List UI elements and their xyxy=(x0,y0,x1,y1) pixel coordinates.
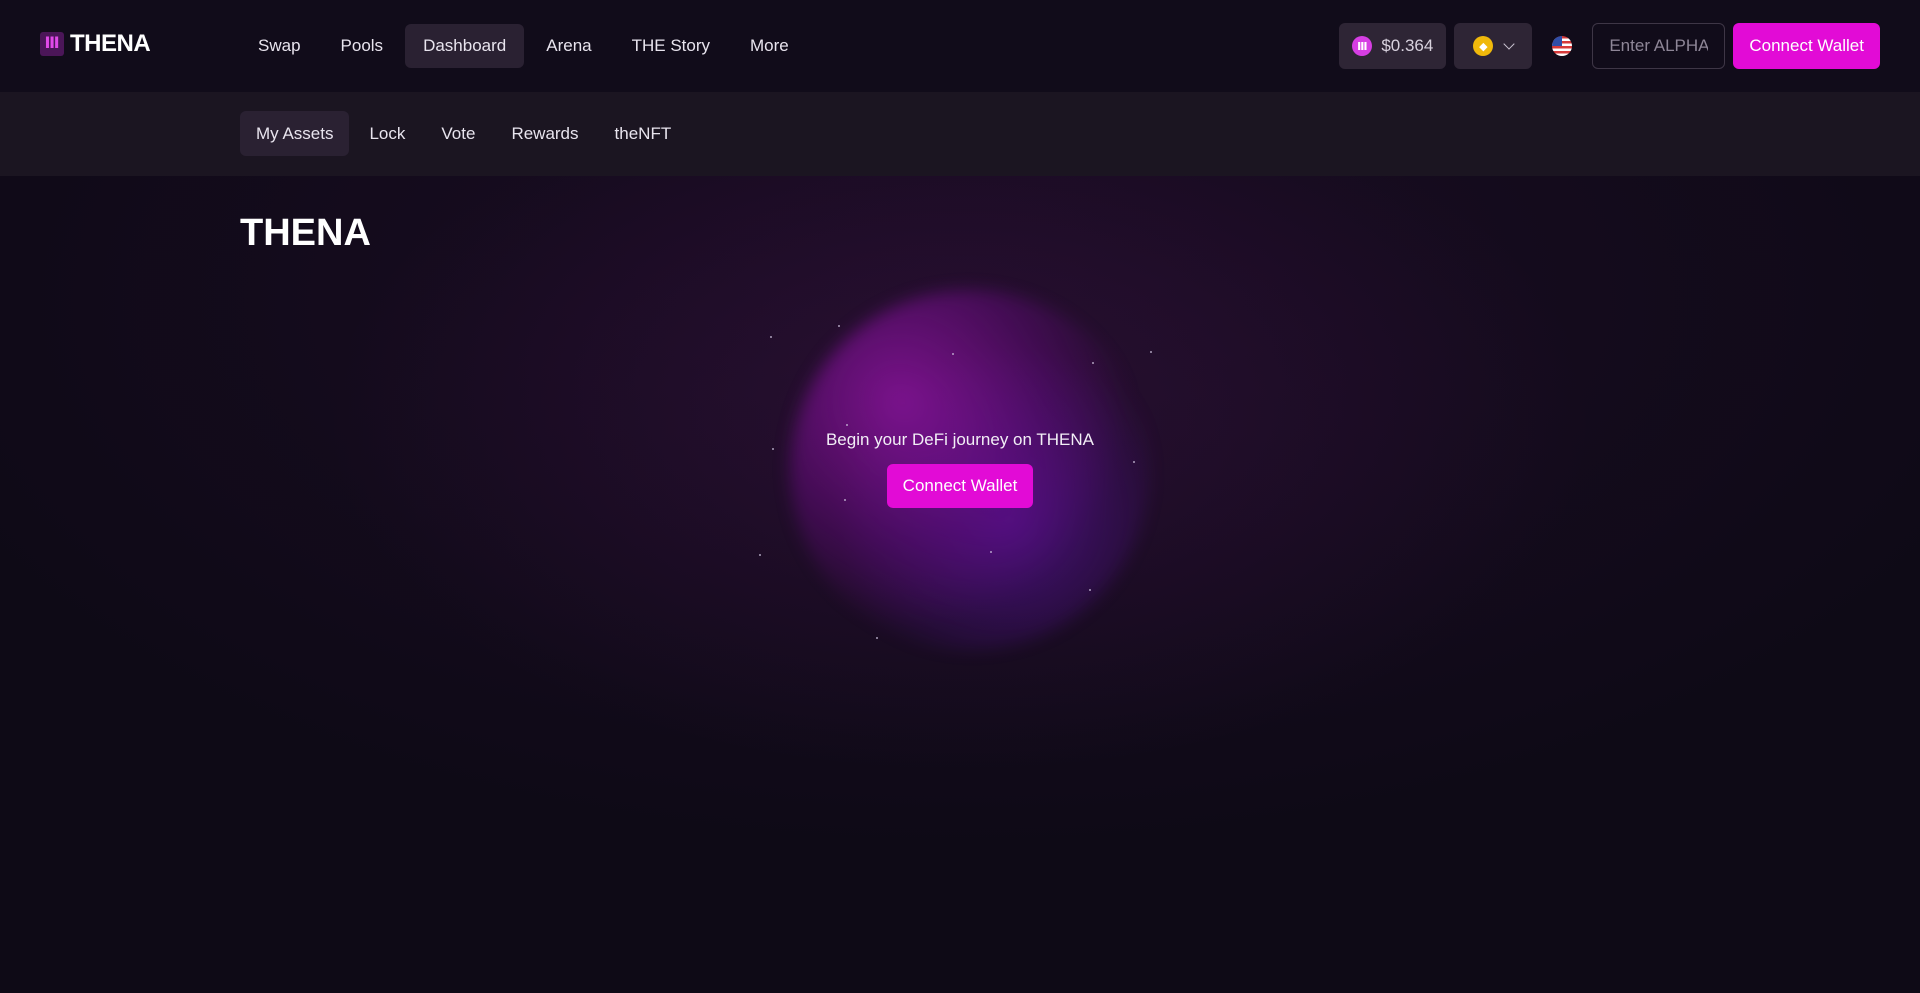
top-navbar: Ⅲ THENA Swap Pools Dashboard Arena THE S… xyxy=(0,0,1920,92)
nav-item-more[interactable]: More xyxy=(732,24,807,68)
token-price: $0.364 xyxy=(1381,36,1434,55)
star-decoration xyxy=(1092,362,1094,364)
dashboard-tabs: My Assets Lock Vote Rewards theNFT xyxy=(240,111,687,156)
bnb-chain-icon: ◆ xyxy=(1473,36,1494,56)
star-decoration xyxy=(1089,589,1091,591)
connect-wallet-hero: Begin your DeFi journey on THENA Connect… xyxy=(760,430,1160,508)
nav-item-pools[interactable]: Pools xyxy=(323,24,402,68)
token-price-pill[interactable]: Ⅲ $0.364 xyxy=(1339,23,1447,69)
connect-wallet-button[interactable]: Connect Wallet xyxy=(1733,23,1880,69)
nav-item-arena[interactable]: Arena xyxy=(528,24,609,68)
tab-vote[interactable]: Vote xyxy=(425,111,491,156)
star-decoration xyxy=(952,353,954,355)
hero-connect-wallet-button[interactable]: Connect Wallet xyxy=(886,464,1034,508)
hero-text: Begin your DeFi journey on THENA xyxy=(825,430,1095,449)
star-decoration xyxy=(876,637,878,639)
brand-logo[interactable]: Ⅲ THENA xyxy=(40,30,151,58)
sub-navbar: My Assets Lock Vote Rewards theNFT xyxy=(0,92,1920,176)
nav-item-the-story[interactable]: THE Story xyxy=(614,24,728,68)
chevron-down-icon xyxy=(1503,38,1516,50)
star-decoration xyxy=(759,554,761,556)
star-decoration xyxy=(838,325,840,327)
tab-rewards[interactable]: Rewards xyxy=(495,111,594,156)
tab-thenft[interactable]: theNFT xyxy=(599,111,688,156)
star-decoration xyxy=(770,336,772,338)
page-title: THENA xyxy=(240,212,371,254)
main-nav: Swap Pools Dashboard Arena THE Story Mor… xyxy=(240,24,807,68)
thena-token-icon: Ⅲ xyxy=(1352,36,1373,56)
header-tools: Ⅲ $0.364 ◆ Connect Wallet xyxy=(1339,23,1880,69)
nav-item-dashboard[interactable]: Dashboard xyxy=(405,24,525,68)
alpha-code-input[interactable] xyxy=(1592,23,1726,69)
star-decoration xyxy=(990,551,992,553)
tab-my-assets[interactable]: My Assets xyxy=(240,111,350,156)
thena-logo-icon: Ⅲ xyxy=(40,32,64,56)
star-decoration xyxy=(1150,351,1152,353)
star-decoration xyxy=(846,424,848,426)
brand-name: THENA xyxy=(70,30,151,57)
nav-item-swap[interactable]: Swap xyxy=(240,24,319,68)
us-flag-icon[interactable] xyxy=(1552,36,1573,56)
tab-lock[interactable]: Lock xyxy=(353,111,421,156)
chain-selector[interactable]: ◆ xyxy=(1454,23,1533,69)
